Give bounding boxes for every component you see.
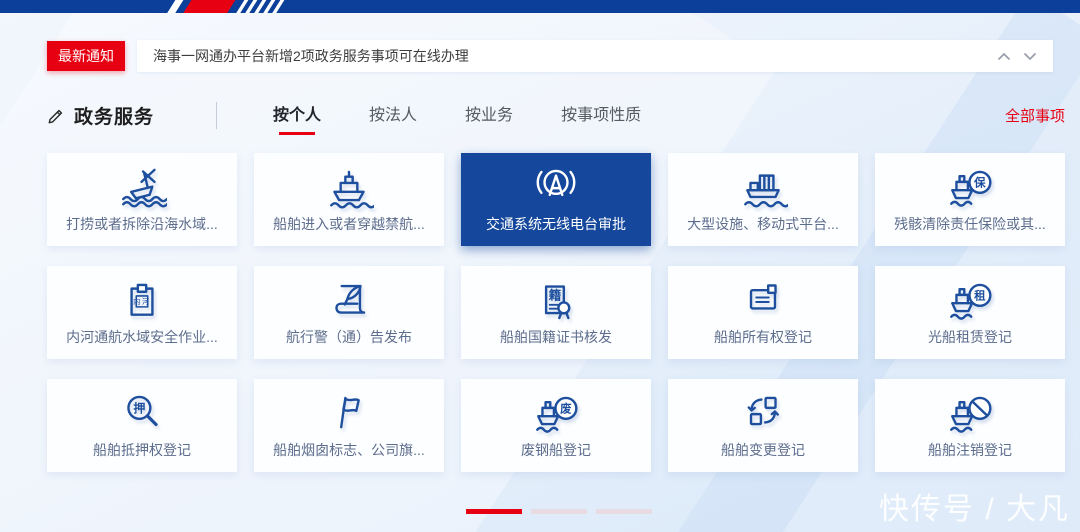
section-header: 政务服务 按个人 按法人 按业务 按事项性质 全部事项: [47, 100, 1065, 130]
notice-bar: 最新通知 海事一网通办平台新增2项政务服务事项可在线办理: [47, 40, 1053, 72]
certificate-icon: 籍: [531, 269, 581, 323]
ship-icon: [324, 156, 374, 210]
svg-text:租: 租: [974, 290, 986, 303]
service-card[interactable]: 交通系统无线电台审批: [461, 153, 651, 246]
page-title: 政务服务: [74, 106, 155, 128]
service-card-label: 船舶国籍证书核发: [500, 329, 612, 345]
ship-badge-icon: 保: [945, 156, 995, 210]
svg-text:押: 押: [133, 400, 145, 415]
flag-icon: [324, 382, 374, 436]
banner-stripe: [164, 0, 186, 13]
pencil-icon: [48, 109, 63, 123]
notice-text: 海事一网通办平台新增2项政务服务事项可在线办理: [153, 48, 469, 64]
service-card[interactable]: 船舶注销登记: [875, 379, 1065, 472]
service-card[interactable]: 船舶烟囱标志、公司旗...: [254, 379, 444, 472]
svg-text:籍: 籍: [549, 288, 562, 303]
category-tabs: 按个人 按法人 按业务 按事项性质: [271, 99, 643, 131]
ship-cancel-icon: [945, 382, 995, 436]
service-card[interactable]: 籍船舶国籍证书核发: [461, 266, 651, 359]
service-card[interactable]: 租光船租赁登记: [875, 266, 1065, 359]
swap-icon: [738, 382, 788, 436]
service-card-label: 船舶进入或者穿越禁航...: [273, 216, 425, 232]
tab-by-item-nature[interactable]: 按事项性质: [559, 99, 643, 131]
banner-stripe-red: [180, 0, 238, 13]
clipboard-icon: 内河: [117, 269, 167, 323]
salvage-ship-icon: [117, 156, 167, 210]
service-card[interactable]: 保残骸清除责任保险或其...: [875, 153, 1065, 246]
platform-barge-icon: [738, 156, 788, 210]
service-card[interactable]: 内河内河通航水域安全作业...: [47, 266, 237, 359]
services-grid: 打捞或者拆除沿海水域... 船舶进入或者穿越禁航... 交通系统无线电台审批 大型设施…: [47, 153, 1065, 472]
service-card[interactable]: 打捞或者拆除沿海水域...: [47, 153, 237, 246]
service-card[interactable]: 船舶所有权登记: [668, 266, 858, 359]
divider: [216, 101, 218, 129]
magnifier-badge-icon: 押: [117, 382, 167, 436]
notice-item[interactable]: 海事一网通办平台新增2项政务服务事项可在线办理: [137, 40, 1053, 72]
scroll-quill-icon: [324, 269, 374, 323]
tab-by-legal-person[interactable]: 按法人: [367, 99, 419, 131]
tab-by-individual[interactable]: 按个人: [271, 99, 323, 131]
svg-text:内河: 内河: [133, 297, 151, 306]
service-card-label: 废钢船登记: [521, 442, 591, 458]
service-card[interactable]: 船舶进入或者穿越禁航...: [254, 153, 444, 246]
svg-text:废: 废: [560, 402, 572, 416]
service-card-label: 内河通航水域安全作业...: [66, 329, 218, 345]
service-card[interactable]: 大型设施、移动式平台...: [668, 153, 858, 246]
service-card-label: 航行警（通）告发布: [286, 329, 412, 345]
service-card[interactable]: 船舶变更登记: [668, 379, 858, 472]
service-card[interactable]: 航行警（通）告发布: [254, 266, 444, 359]
chevron-down-icon[interactable]: [1023, 52, 1037, 61]
pagination-bar-3[interactable]: [596, 509, 652, 514]
pagination-bar-2[interactable]: [531, 509, 587, 514]
notice-badge: 最新通知: [47, 41, 125, 71]
tab-by-business[interactable]: 按业务: [463, 99, 515, 131]
registration-card-icon: [738, 269, 788, 323]
pagination: [466, 509, 652, 514]
service-card-label: 光船租赁登记: [928, 329, 1012, 345]
service-card-label: 交通系统无线电台审批: [486, 216, 626, 232]
service-card-label: 船舶烟囱标志、公司旗...: [273, 442, 425, 458]
ship-badge-icon: 废: [531, 382, 581, 436]
top-banner: [0, 0, 1080, 13]
maritime-services-page: 最新通知 海事一网通办平台新增2项政务服务事项可在线办理 政务服务 按个人 按法人…: [0, 0, 1080, 532]
service-card-label: 船舶所有权登记: [714, 329, 812, 345]
chevron-up-icon[interactable]: [997, 52, 1011, 61]
svg-text:保: 保: [973, 176, 986, 190]
ship-badge-icon: 租: [945, 269, 995, 323]
watermark: 快传号 / 大凡: [878, 493, 1070, 526]
service-card-label: 打捞或者拆除沿海水域...: [66, 216, 218, 232]
service-card-label: 船舶变更登记: [721, 442, 805, 458]
service-card-label: 残骸清除责任保险或其...: [894, 216, 1046, 232]
radio-tower-icon: [531, 156, 581, 210]
service-card-label: 船舶注销登记: [928, 442, 1012, 458]
service-card[interactable]: 押船舶抵押权登记: [47, 379, 237, 472]
service-card-label: 船舶抵押权登记: [93, 442, 191, 458]
service-card-label: 大型设施、移动式平台...: [687, 216, 839, 232]
pagination-bar-1[interactable]: [466, 509, 522, 514]
all-items-link[interactable]: 全部事项: [1005, 105, 1065, 126]
service-card[interactable]: 废废钢船登记: [461, 379, 651, 472]
